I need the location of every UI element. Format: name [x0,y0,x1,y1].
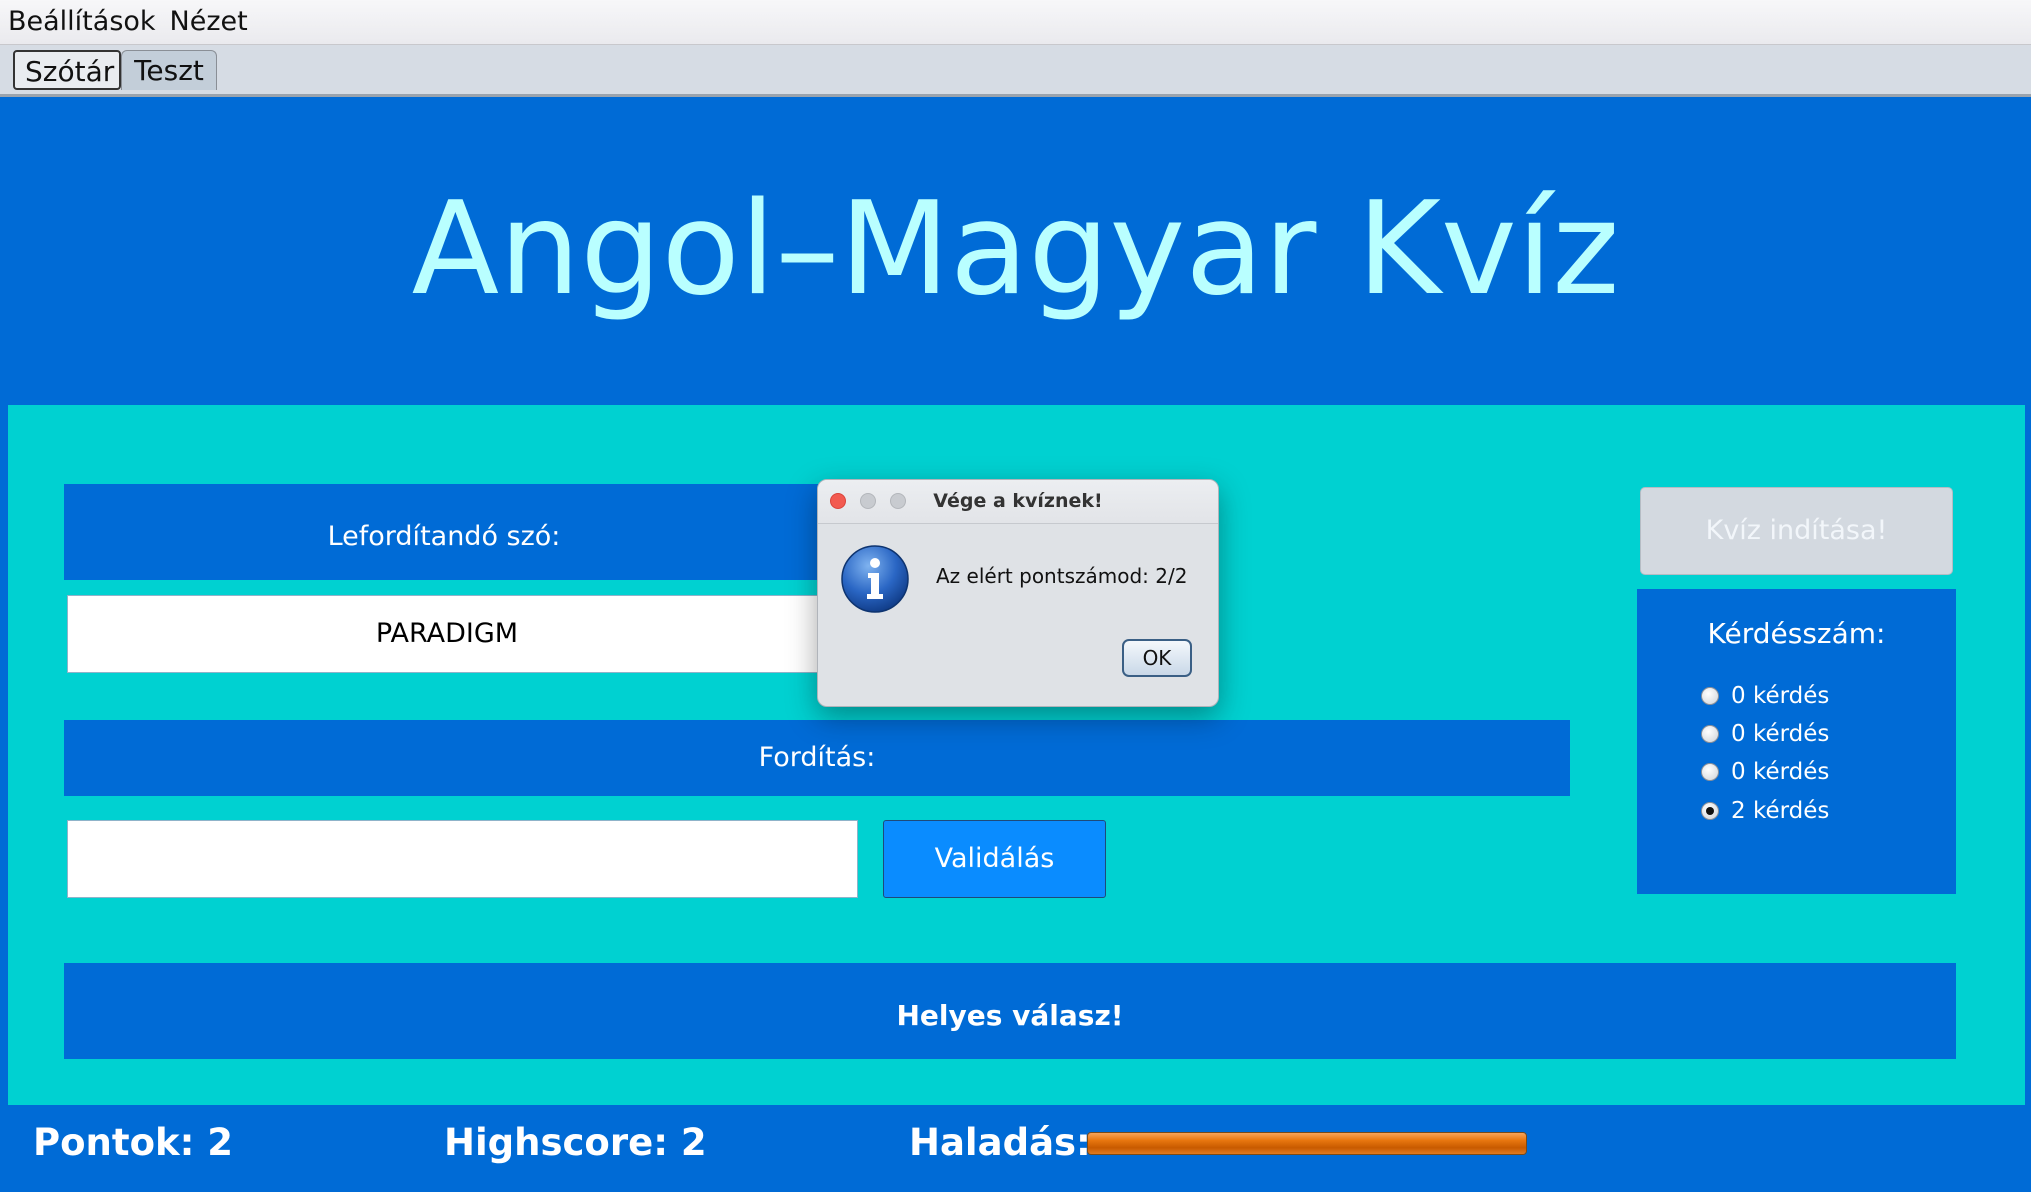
feedback-text: Helyes válasz! [896,999,1124,1032]
question-option-label: 2 kérdés [1731,798,1830,824]
question-option[interactable]: 2 kérdés [1701,794,1829,828]
radio-button-selected[interactable] [1701,802,1719,820]
word-field: PARADIGM [67,595,827,673]
progress-label: Haladás: [909,1121,1091,1164]
radio-button[interactable] [1701,725,1719,743]
progress-bar [1087,1132,1527,1155]
question-count-title: Kérdésszám: [1707,617,1886,650]
ok-button[interactable]: OK [1122,639,1192,677]
feedback-box: Helyes válasz! [64,963,1956,1059]
highscore-label: Highscore: 2 [444,1121,707,1164]
tab-dictionary[interactable]: Szótár [13,50,121,90]
radio-button[interactable] [1701,687,1719,705]
question-option[interactable]: 0 kérdés [1701,755,1829,789]
question-option-label: 0 kérdés [1731,721,1830,747]
question-option-label: 0 kérdés [1731,683,1830,709]
quiz-end-dialog: Vége a kvíznek! Az elért pontszámod: 2/2… [817,479,1219,707]
points-label: Pontok: 2 [33,1121,234,1164]
validate-button[interactable]: Validálás [883,820,1106,898]
dialog-message: Az elért pontszámod: 2/2 [936,564,1188,588]
translation-label: Fordítás: [758,742,876,773]
word-label-box: Lefordítandó szó: [64,484,824,580]
dialog-title: Vége a kvíznek! [933,490,1103,512]
page-title: Angol–Magyar Kvíz [411,175,1620,324]
start-quiz-button[interactable]: Kvíz indítása! [1640,487,1953,575]
question-count-panel: Kérdésszám: 0 kérdés 0 kérdés 0 kérdés 2… [1637,589,1956,894]
menu-bar: Beállítások Nézet [0,0,2031,45]
translation-label-box: Fordítás: [64,720,1570,796]
menu-view[interactable]: Nézet [162,0,254,44]
radio-button[interactable] [1701,763,1719,781]
tab-bar: Szótár Teszt [0,45,2031,97]
menu-settings[interactable]: Beállítások [0,0,162,44]
question-option-label: 0 kérdés [1731,759,1830,785]
dialog-titlebar: Vége a kvíznek! [818,480,1218,524]
progress-bar-fill [1088,1133,1526,1154]
tab-test[interactable]: Teszt [121,50,217,90]
word-label: Lefordítandó szó: [327,521,561,552]
question-option[interactable]: 0 kérdés [1701,679,1829,713]
question-option[interactable]: 0 kérdés [1701,717,1829,751]
translation-input[interactable] [67,820,858,898]
info-icon [841,545,909,613]
